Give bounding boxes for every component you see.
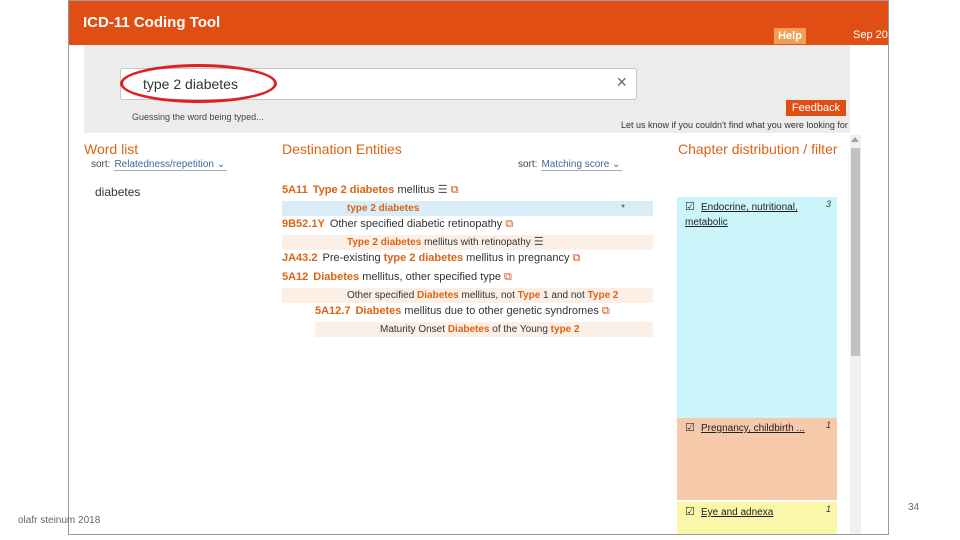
entity-sub-part: type 2 diabetes	[347, 203, 420, 214]
date-text: Sep 20	[853, 29, 888, 41]
chapter-count: 1	[825, 504, 831, 514]
entity-sub-part: type 2	[550, 324, 580, 335]
entity-title-part: mellitus, other specified type	[359, 271, 502, 283]
list-icon[interactable]: ☰	[438, 183, 448, 198]
entity-title-part: type 2 diabetes	[383, 252, 464, 264]
destination-heading: Destination Entities	[282, 141, 402, 157]
entity-sub-part: Maturity Onset	[380, 324, 448, 335]
entity-title-part: Other specified diabetic retinopathy	[329, 218, 503, 230]
word-list-sort-select[interactable]: Relatedness/repetition ⌄	[114, 159, 228, 171]
word-list-item[interactable]: diabetes	[95, 185, 140, 199]
slide-author: olafr steinum 2018	[18, 515, 101, 526]
chapter-label[interactable]: Pregnancy, childbirth ...	[685, 421, 813, 436]
top-bar: ICD-11 Coding Tool Help Sep 20	[69, 1, 888, 45]
slide-page-number: 34	[908, 502, 920, 513]
entity-title-part: mellitus	[394, 184, 435, 196]
entity-sub-part: Diabetes	[417, 290, 459, 301]
entity-code[interactable]: 5A12.7	[315, 305, 350, 317]
entity-sub-part: Other specified	[347, 290, 418, 301]
app-title: ICD-11 Coding Tool	[83, 14, 221, 31]
word-list-sort-value: Relatedness/repetition	[114, 159, 214, 170]
entity-code[interactable]: 5A11	[282, 184, 308, 196]
entity-sub-part: Type	[517, 290, 541, 301]
destination-sort-label: sort:	[518, 159, 538, 170]
entity-sub-row[interactable]: type 2 diabetes *	[282, 201, 653, 216]
entity-code[interactable]: 5A12	[282, 271, 308, 283]
entity-sub-row[interactable]: Other specified Diabetes mellitus, not T…	[282, 288, 653, 303]
entity-sub-part: of the Young	[489, 324, 551, 335]
entity-sub-part: 1 and not	[540, 290, 588, 301]
external-link-icon[interactable]: ⧉	[573, 251, 581, 266]
entity-row[interactable]: 5A12.7 Diabetes mellitus due to other gen…	[315, 304, 610, 319]
external-link-icon[interactable]: ⧉	[504, 270, 512, 285]
scrollbar[interactable]	[850, 135, 861, 534]
help-button[interactable]: Help	[774, 28, 806, 44]
entity-title-part: Pre-existing	[322, 252, 384, 264]
chapter-count: 1	[825, 420, 831, 430]
entity-title-part: Diabetes	[313, 271, 360, 283]
external-link-icon[interactable]: ⧉	[505, 217, 513, 232]
entity-code[interactable]: 9B52.1Y	[282, 218, 325, 230]
entity-title-part: mellitus in pregnancy	[463, 252, 570, 264]
entity-sub-row[interactable]: Type 2 diabetes mellitus with retinopath…	[282, 235, 653, 250]
destination-sort: sort: Matching score ⌄	[518, 159, 623, 171]
word-list-sort-label: sort:	[91, 159, 111, 170]
word-list-sort: sort: Relatedness/repetition ⌄	[91, 159, 228, 171]
entity-sub-part: mellitus, not	[458, 290, 518, 301]
chapter-heading: Chapter distribution / filter	[678, 141, 838, 157]
list-icon[interactable]: ☰	[534, 235, 544, 250]
entity-row[interactable]: 5A11 Type 2 diabetes mellitus ☰ ⧉	[282, 183, 459, 198]
entity-sub-part: Type 2 diabetes	[347, 237, 422, 248]
feedback-hint: Let us know if you couldn't find what yo…	[621, 120, 848, 130]
external-link-icon[interactable]: ⧉	[451, 183, 459, 198]
highlight-ellipse	[120, 64, 277, 103]
feedback-button[interactable]: Feedback	[786, 100, 846, 116]
entity-title-part: mellitus due to other genetic syndromes	[401, 305, 599, 317]
entity-row[interactable]: JA43.2 Pre-existing type 2 diabetes melli…	[282, 251, 580, 266]
entity-row[interactable]: 5A12 Diabetes mellitus, other specified t…	[282, 270, 512, 285]
word-list-heading: Word list	[84, 141, 139, 157]
entity-title-part: Diabetes	[355, 305, 402, 317]
destination-sort-value: Matching score	[541, 159, 610, 170]
chapter-label[interactable]: Eye and adnexa	[685, 505, 813, 520]
scroll-thumb[interactable]	[851, 148, 860, 356]
entity-sub-part: Type 2	[587, 290, 619, 301]
scroll-up-arrow-icon[interactable]	[851, 137, 859, 142]
chapter-filter-eye[interactable]: ☑ Eye and adnexa 1	[677, 502, 837, 534]
entity-sub-part: mellitus with retinopathy	[421, 237, 531, 248]
chapter-filter-endocrine[interactable]: ☑ Endocrine, nutritional, metabolic 3	[677, 197, 837, 418]
entity-sub-row[interactable]: Maturity Onset Diabetes of the Young typ…	[315, 322, 653, 337]
match-star: *	[621, 203, 625, 214]
destination-sort-select[interactable]: Matching score ⌄	[541, 159, 623, 171]
entity-sub-part: Diabetes	[447, 324, 490, 335]
clear-icon[interactable]: ×	[616, 72, 627, 93]
external-link-icon[interactable]: ⧉	[602, 304, 610, 319]
entity-title-part: Type 2 diabetes	[312, 184, 395, 196]
entity-row[interactable]: 9B52.1Y Other specified diabetic retinopa…	[282, 217, 513, 232]
guess-hint: Guessing the word being typed...	[132, 112, 264, 122]
chapter-label[interactable]: Endocrine, nutritional, metabolic	[685, 200, 813, 230]
chapter-count: 3	[825, 199, 831, 209]
chapter-filter-pregnancy[interactable]: ☑ Pregnancy, childbirth ... 1	[677, 418, 837, 500]
entity-code[interactable]: JA43.2	[282, 252, 317, 264]
